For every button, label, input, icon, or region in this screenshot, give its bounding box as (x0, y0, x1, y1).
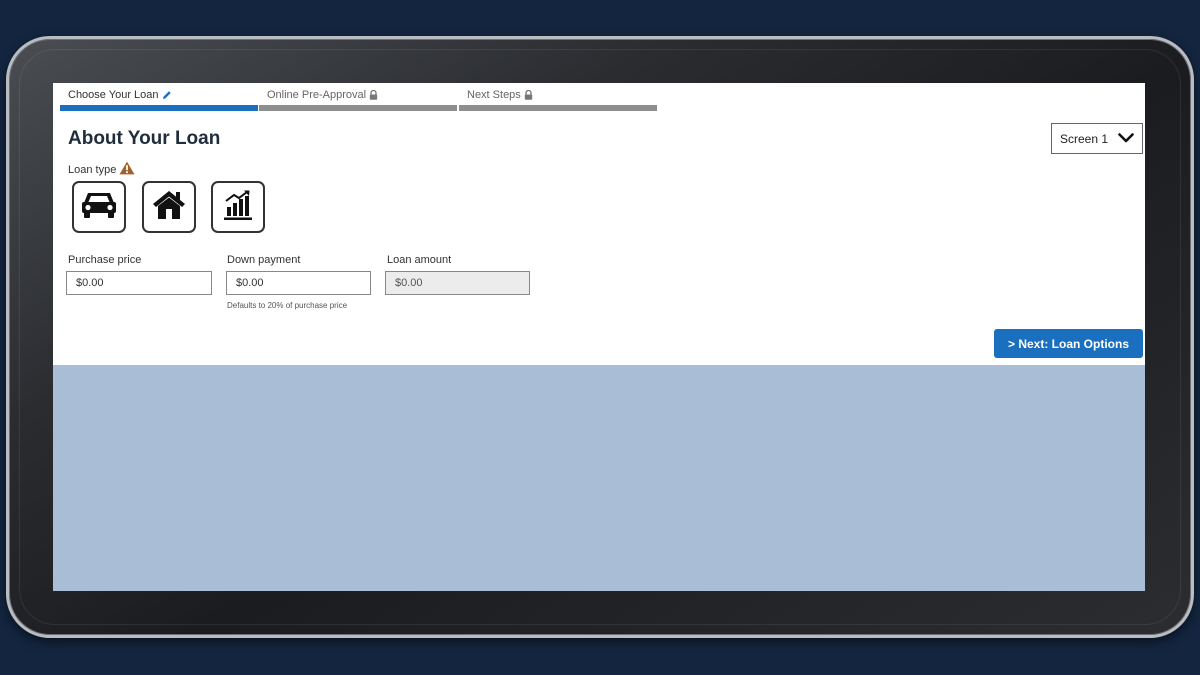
next-loan-options-button[interactable]: > Next: Loan Options (994, 329, 1143, 358)
step-progress-bar (459, 105, 657, 111)
house-icon (151, 189, 187, 226)
loan-type-label-row: Loan type (68, 161, 135, 178)
loan-type-label: Loan type (68, 163, 117, 176)
step-label: Choose Your Loan (68, 89, 159, 101)
pencil-icon (162, 90, 172, 100)
loan-form-panel: Choose Your Loan Online Pre-Approval Nex… (53, 83, 1145, 365)
down-payment-input[interactable] (226, 271, 371, 295)
chart-icon (221, 189, 255, 226)
step-progress-bar (259, 105, 457, 111)
step-label: Online Pre-Approval (267, 89, 367, 101)
step-online-pre-approval[interactable]: Online Pre-Approval (259, 89, 457, 111)
purchase-price-input[interactable] (66, 271, 212, 295)
down-payment-label: Down payment (227, 254, 301, 266)
step-label: Next Steps (467, 89, 521, 101)
down-payment-hint: Defaults to 20% of purchase price (227, 301, 348, 310)
lock-icon (524, 90, 533, 100)
screen-select-value: Screen 1 (1059, 131, 1109, 146)
loan-type-investment-button[interactable] (211, 181, 265, 233)
purchase-price-label: Purchase price (68, 254, 142, 266)
step-choose-your-loan[interactable]: Choose Your Loan (60, 89, 258, 111)
step-progress-bar (60, 105, 258, 111)
loan-type-auto-button[interactable] (72, 181, 126, 233)
screen-select-dropdown[interactable]: Screen 1 (1051, 123, 1143, 154)
loan-amount-input (385, 271, 530, 295)
car-icon (80, 189, 118, 226)
chevron-down-icon (1118, 132, 1134, 146)
warning-icon (119, 161, 135, 178)
loan-type-home-button[interactable] (142, 181, 196, 233)
step-next-steps[interactable]: Next Steps (459, 89, 657, 111)
app-screen: Choose Your Loan Online Pre-Approval Nex… (53, 83, 1145, 591)
loan-amount-label: Loan amount (387, 254, 452, 266)
page-title: About Your Loan (68, 128, 221, 149)
lock-icon (369, 90, 378, 100)
